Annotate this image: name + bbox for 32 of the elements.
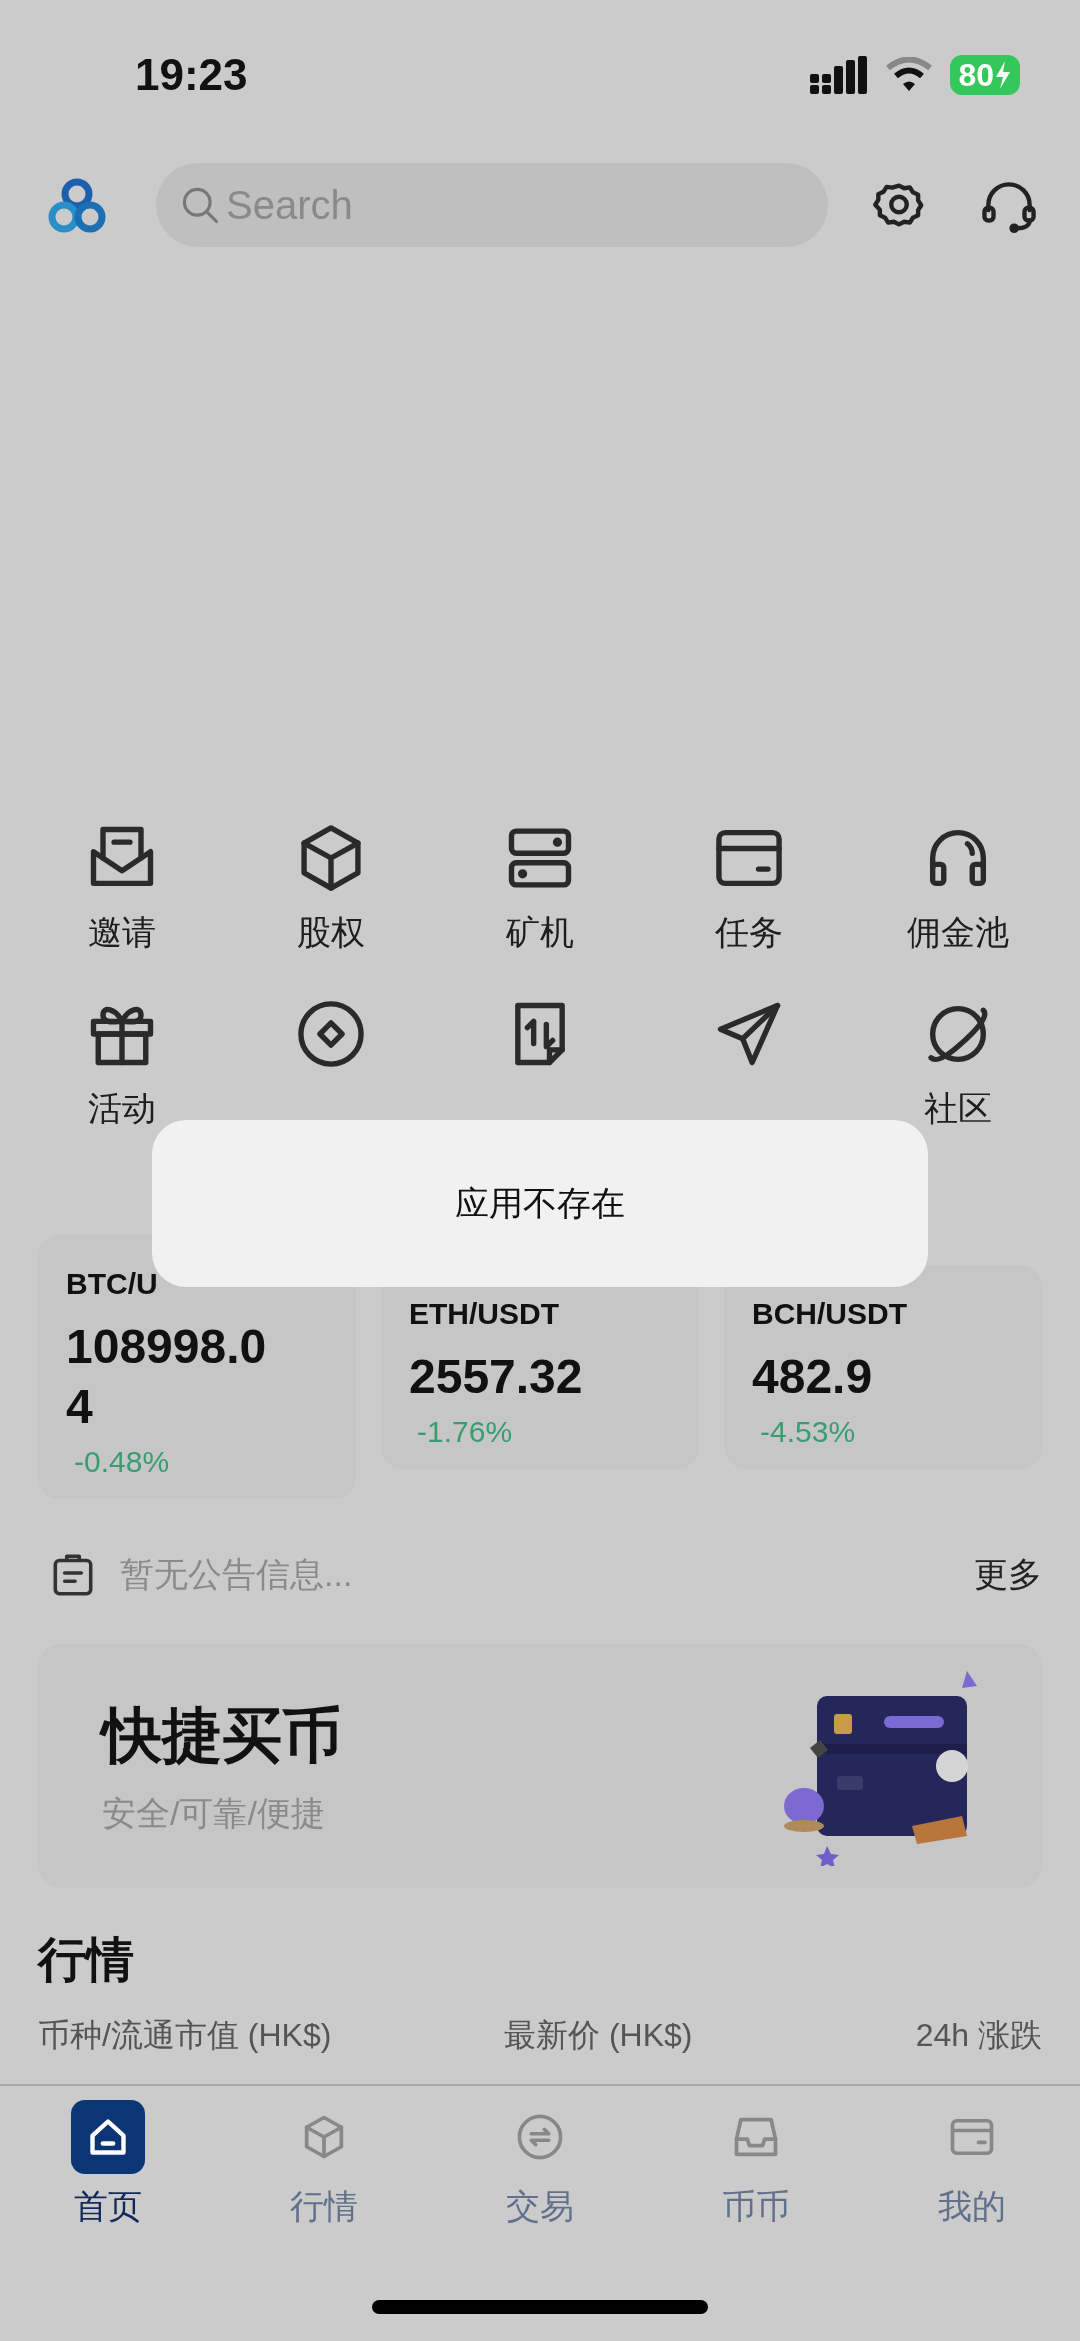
ticker-card[interactable]: BCH/USDT 482.9 -4.53% [724, 1265, 1042, 1469]
signal-icon [810, 56, 869, 94]
pair-label: BTC/U [66, 1267, 159, 1301]
shortcut-label[interactable]: 社区 [923, 1086, 992, 1132]
toast-message: 应用不存在 [455, 1182, 625, 1224]
shortcut-label[interactable]: 任务 [714, 910, 783, 956]
price-value: 108998.04 [66, 1319, 268, 1435]
banner-subtitle: 安全/可靠/便捷 [102, 1792, 326, 1834]
more-link[interactable]: 更多 [974, 1552, 1042, 1598]
column-header: 币种/流通市值 (HK$) [38, 2016, 333, 2055]
charging-icon [994, 61, 1012, 89]
change-value: -0.48% [73, 1445, 171, 1479]
notice-text: 暂无公告信息... [120, 1554, 354, 1595]
battery-level: 80 [950, 55, 1020, 95]
pair-label: BCH/USDT [752, 1297, 908, 1331]
price-value: 482.9 [752, 1349, 874, 1405]
shortcut-label[interactable]: 活动 [88, 1086, 157, 1132]
shortcut-label[interactable]: 佣金池 [906, 910, 1009, 956]
tab[interactable]: 首页 [0, 2100, 216, 2230]
shortcut-label[interactable]: 股权 [297, 910, 366, 956]
column-header: 24h 涨跌 [915, 2016, 1042, 2055]
change-value: -1.76% [416, 1415, 514, 1449]
logo-icon [48, 177, 106, 233]
column-header: 最新价 (HK$) [504, 2016, 694, 2055]
shortcut-label[interactable]: 矿机 [506, 910, 574, 956]
change-value: -4.53% [759, 1415, 857, 1449]
price-value: 2557.32 [409, 1349, 584, 1405]
shortcut-label[interactable]: 邀请 [88, 910, 157, 956]
status-time: 19:23 [135, 50, 249, 100]
wifi-icon [886, 57, 933, 93]
pair-label: ETH/USDT [409, 1297, 560, 1331]
section-title: 行情 [38, 1932, 135, 1988]
